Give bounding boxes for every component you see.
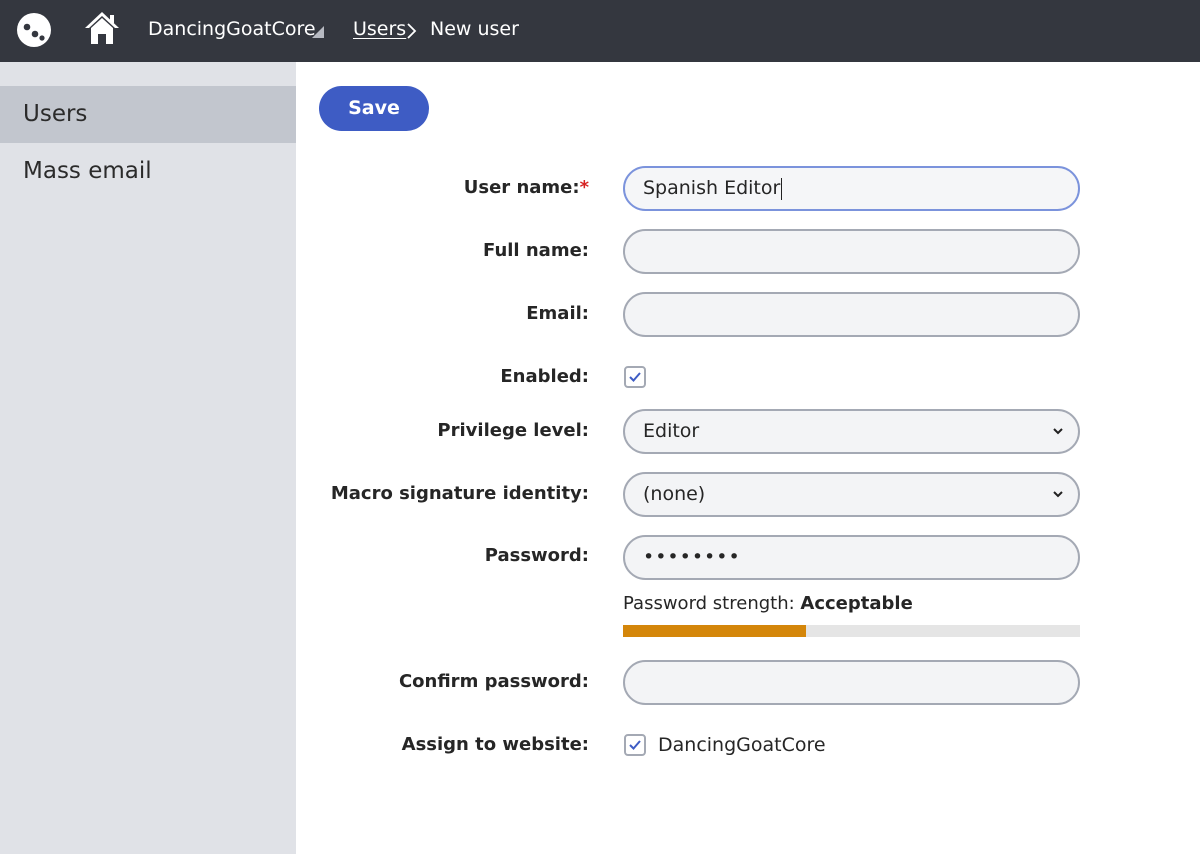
site-selector[interactable]: DancingGoatCore <box>148 18 316 40</box>
email-input[interactable] <box>623 292 1080 337</box>
macro-select[interactable]: (none) <box>623 472 1080 517</box>
username-label: User name:* <box>464 177 589 198</box>
privilege-select[interactable]: Editor <box>623 409 1080 454</box>
save-button[interactable]: Save <box>319 86 429 131</box>
password-strength-bar <box>623 625 1080 637</box>
breadcrumb-users-link[interactable]: Users <box>353 18 406 40</box>
text-cursor <box>781 177 783 200</box>
fullname-label: Full name: <box>483 240 589 261</box>
password-strength-fill <box>623 625 806 637</box>
macro-value: (none) <box>643 483 706 505</box>
password-input[interactable]: •••••••• <box>623 535 1080 580</box>
password-strength-text: Password strength: Acceptable <box>623 593 913 614</box>
breadcrumb-current: New user <box>430 18 519 40</box>
fullname-input[interactable] <box>623 229 1080 274</box>
password-label: Password: <box>484 545 589 566</box>
sidebar: Users Mass email <box>0 62 296 854</box>
password-strength-value: Acceptable <box>800 593 913 614</box>
confirm-password-label: Confirm password: <box>398 671 589 692</box>
check-icon <box>629 372 641 382</box>
chevron-down-icon <box>1053 428 1063 435</box>
email-label: Email: <box>526 303 589 324</box>
assign-website-checkbox[interactable] <box>624 734 646 756</box>
confirm-password-input[interactable] <box>623 660 1080 705</box>
username-value: Spanish Editor <box>643 177 781 199</box>
username-label-text: User name: <box>463 177 580 198</box>
kentico-logo-icon[interactable] <box>16 12 52 48</box>
sidebar-item-users[interactable]: Users <box>0 86 296 143</box>
enabled-label: Enabled: <box>500 366 589 387</box>
enabled-checkbox[interactable] <box>624 366 646 388</box>
chevron-down-icon <box>1053 491 1063 498</box>
chevron-right-icon <box>407 23 417 39</box>
privilege-label: Privilege level: <box>437 420 589 441</box>
required-asterisk: * <box>579 177 589 198</box>
username-input[interactable]: Spanish Editor <box>623 166 1080 211</box>
password-strength-prefix: Password strength: <box>623 593 801 614</box>
check-icon <box>629 740 641 750</box>
assign-website-label: Assign to website: <box>401 734 589 755</box>
macro-label: Macro signature identity: <box>330 483 589 504</box>
top-bar: DancingGoatCore Users New user <box>0 0 1200 62</box>
caret-down-icon[interactable] <box>311 25 325 39</box>
assign-website-site-label: DancingGoatCore <box>658 734 826 756</box>
home-icon[interactable] <box>83 9 121 47</box>
privilege-value: Editor <box>643 420 700 442</box>
sidebar-item-mass-email[interactable]: Mass email <box>0 143 296 200</box>
